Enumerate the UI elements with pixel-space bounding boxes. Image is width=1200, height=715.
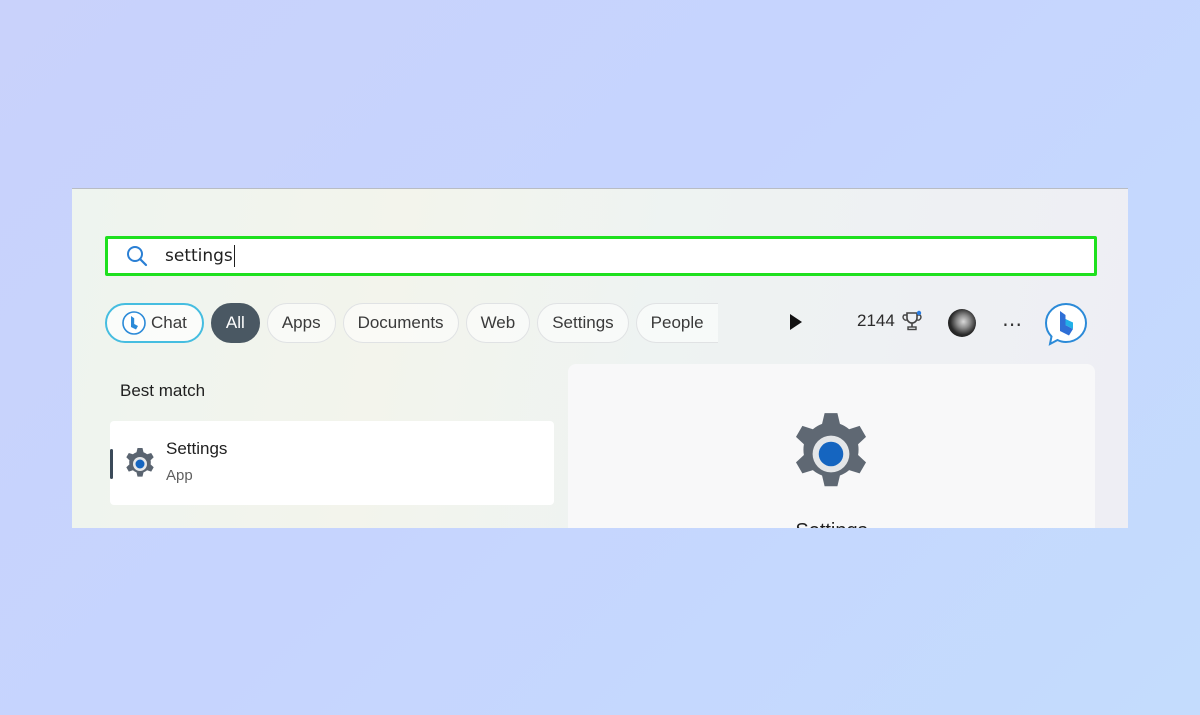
bing-icon[interactable] [1044,302,1088,346]
points-value: 2144 [857,311,895,330]
search-box[interactable]: settings [105,236,1097,276]
rewards-points[interactable]: 2144 [857,310,923,332]
best-match-result[interactable]: Settings App [110,421,554,505]
filter-all[interactable]: All [210,303,260,343]
play-icon[interactable] [789,313,803,331]
text-caret [233,245,235,267]
settings-gear-icon [795,413,867,487]
filter-apps[interactable]: Apps [266,303,336,343]
trophy-icon [902,310,922,331]
selection-indicator [110,449,113,479]
search-panel: settings Chat All Apps Documents Web Set… [72,188,1128,528]
best-match-label: Best match [120,381,206,400]
chat-chip-label: Chat [151,313,187,332]
filter-settings[interactable]: Settings [537,303,629,343]
bing-icon [122,311,146,335]
result-title: Settings [166,439,228,458]
settings-gear-icon [126,448,154,477]
chat-chip[interactable]: Chat [105,303,204,343]
avatar[interactable] [948,309,976,337]
more-options-icon[interactable]: ⋯ [1002,312,1023,336]
result-subtitle: App [166,467,193,484]
search-input[interactable]: settings [165,246,233,266]
filter-documents[interactable]: Documents [342,303,459,343]
detail-title: Settings [568,520,1095,528]
search-icon [125,244,149,268]
filter-people[interactable]: People [635,303,718,343]
filter-web[interactable]: Web [465,303,531,343]
filter-bar: Chat All Apps Documents Web Settings Peo… [105,301,725,345]
detail-pane: Settings [568,364,1095,528]
